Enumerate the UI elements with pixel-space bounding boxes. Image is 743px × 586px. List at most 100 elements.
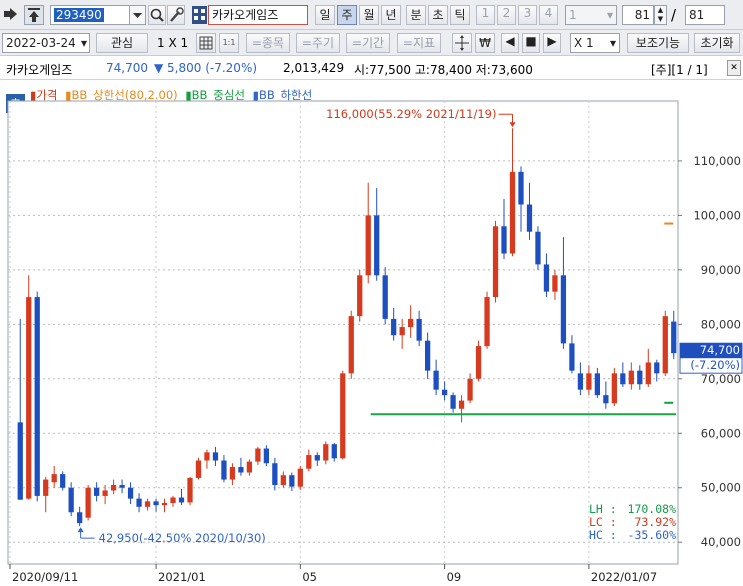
tab-period-daily[interactable]: 일 <box>315 5 335 25</box>
info-volume: 2,013,429 <box>283 61 345 75</box>
scroll-left-button[interactable]: ◀ <box>501 33 519 53</box>
x-tick-label: 2020/09/11 <box>12 570 78 584</box>
item-label: =종목 <box>251 36 285 50</box>
y-tick-label: 40,000 <box>701 535 741 549</box>
reset-button[interactable]: 초기화 <box>694 33 740 53</box>
page-button-1[interactable]: 1 <box>476 5 495 25</box>
candle-body <box>314 455 320 461</box>
aux-function-button[interactable]: 보조기능 <box>627 33 689 53</box>
candle-body <box>509 171 516 254</box>
info-price: 74,700 <box>106 61 148 75</box>
candle-body <box>391 318 397 336</box>
stat-value: -35.60% <box>628 528 677 542</box>
stock-code-input[interactable]: 293490 <box>50 5 130 25</box>
chevron-down-icon: ▾ <box>80 36 87 50</box>
x-tick-label: 2021/01 <box>158 570 206 584</box>
annotation-low-label: 42,950(-42.50% 2020/10/30) <box>99 531 266 545</box>
term-button[interactable]: =기간 <box>346 33 390 53</box>
grid-layout-icon[interactable] <box>196 33 216 53</box>
page-select[interactable]: 1 ▾ <box>565 5 617 25</box>
indicator-button[interactable]: =지표 <box>397 33 441 53</box>
candle-body <box>518 171 524 205</box>
annotation-high-label: 116,000(55.29% 2021/11/19) <box>326 107 496 121</box>
tab-period-second[interactable]: 초 <box>428 5 448 25</box>
candlestick-chart[interactable]: 116,000(55.29% 2021/11/19) 42,950(-42.50%… <box>4 87 743 586</box>
candle-body <box>280 475 286 486</box>
tab-period-minute[interactable]: 분 <box>406 5 426 25</box>
candle-body <box>323 444 329 461</box>
period-button[interactable]: =주기 <box>296 33 340 53</box>
info-close-icon[interactable]: ✕ <box>727 60 741 76</box>
period-label: 주 <box>341 8 353 22</box>
plot-area <box>7 100 679 565</box>
stat-label: LC : <box>589 515 617 529</box>
candle-body <box>671 321 677 354</box>
count-input[interactable]: 81 <box>622 5 654 25</box>
candle-body <box>289 475 295 487</box>
page-button-2[interactable]: 2 <box>497 5 516 25</box>
candle-body <box>620 373 626 385</box>
crosshair-icon[interactable] <box>452 33 472 53</box>
tab-period-yearly[interactable]: 년 <box>381 5 401 25</box>
date-picker[interactable]: 2022-03-24 ▾ <box>2 33 90 53</box>
upload-icon[interactable] <box>24 5 44 25</box>
candle-body <box>357 275 363 317</box>
candle-body <box>535 231 541 265</box>
candle-body <box>543 264 550 292</box>
y-tick-label: 70,000 <box>701 372 741 386</box>
price-info-bar: 카카오게임즈 74,700 ▼ 5,800 (-7.20%) 2,013,429… <box>0 56 743 80</box>
candle-body <box>170 497 176 503</box>
candle-body <box>365 215 371 276</box>
page-button-4[interactable]: 4 <box>539 5 558 25</box>
candle-body <box>153 501 159 506</box>
wrench-icon[interactable] <box>167 5 185 25</box>
link-arrow-icon[interactable] <box>3 6 19 22</box>
code-dropdown-button[interactable] <box>129 5 146 25</box>
period-label: 년 <box>385 8 397 22</box>
candle-body <box>43 479 49 496</box>
tab-period-monthly[interactable]: 월 <box>359 5 379 25</box>
candle-body <box>577 373 584 390</box>
candle-body <box>552 275 558 292</box>
count-stepper[interactable]: ▲ ▼ <box>654 5 667 25</box>
page-button-3[interactable]: 3 <box>518 5 537 25</box>
tab-period-weekly[interactable]: 주 <box>337 5 357 25</box>
page-label: 2 <box>502 6 511 20</box>
candle-body <box>119 485 125 488</box>
stat-value: 73.92% <box>634 515 676 529</box>
candle-body <box>424 340 431 371</box>
page-select-value: 1 <box>569 8 577 22</box>
item-button[interactable]: =종목 <box>246 33 290 53</box>
ratio-select[interactable]: X 1 ▾ <box>570 33 620 53</box>
candle-body <box>306 455 312 469</box>
scroll-right-button[interactable]: ▶ <box>543 33 561 53</box>
count-total-field: 81 <box>685 5 725 25</box>
candle-body <box>204 452 210 461</box>
layout-label: 1 X 1 <box>157 36 189 50</box>
candle-body <box>611 373 617 404</box>
tab-period-tick[interactable]: 틱 <box>450 5 470 25</box>
one-to-one-icon[interactable]: 1:1 <box>219 33 239 53</box>
candle-body <box>110 485 117 491</box>
info-page: [주][1 / 1] <box>651 63 708 77</box>
x-tick-label: 2022/01/07 <box>591 570 657 584</box>
candle-body <box>102 490 108 496</box>
stock-name-field[interactable]: 카카오게임즈 <box>208 5 308 25</box>
y-tick-label: 50,000 <box>701 481 741 495</box>
candle-body <box>594 373 601 396</box>
search-button[interactable] <box>148 5 166 25</box>
stop-button[interactable]: ■ <box>522 33 540 53</box>
ratio-value: X 1 <box>574 36 594 50</box>
sub-toolbar: 2022-03-24 ▾ 관심 1 X 1 1:1 =종목 =주기 =기간 =지… <box>0 30 743 56</box>
main-toolbar: 293490 카카오게임즈 일 주 월 년 분 초 틱 1 2 3 4 1 ▾ … <box>0 0 743 30</box>
interest-label: 관심 <box>110 36 134 50</box>
stock-category-icon <box>192 6 207 24</box>
candle-body <box>382 275 388 319</box>
candle-body <box>195 460 202 478</box>
candle-body <box>221 460 227 480</box>
candle-body <box>586 373 592 390</box>
candle-body <box>475 346 482 379</box>
won-icon[interactable]: ₩ <box>475 33 495 53</box>
candle-body <box>144 501 151 507</box>
interest-button[interactable]: 관심 <box>96 33 148 53</box>
